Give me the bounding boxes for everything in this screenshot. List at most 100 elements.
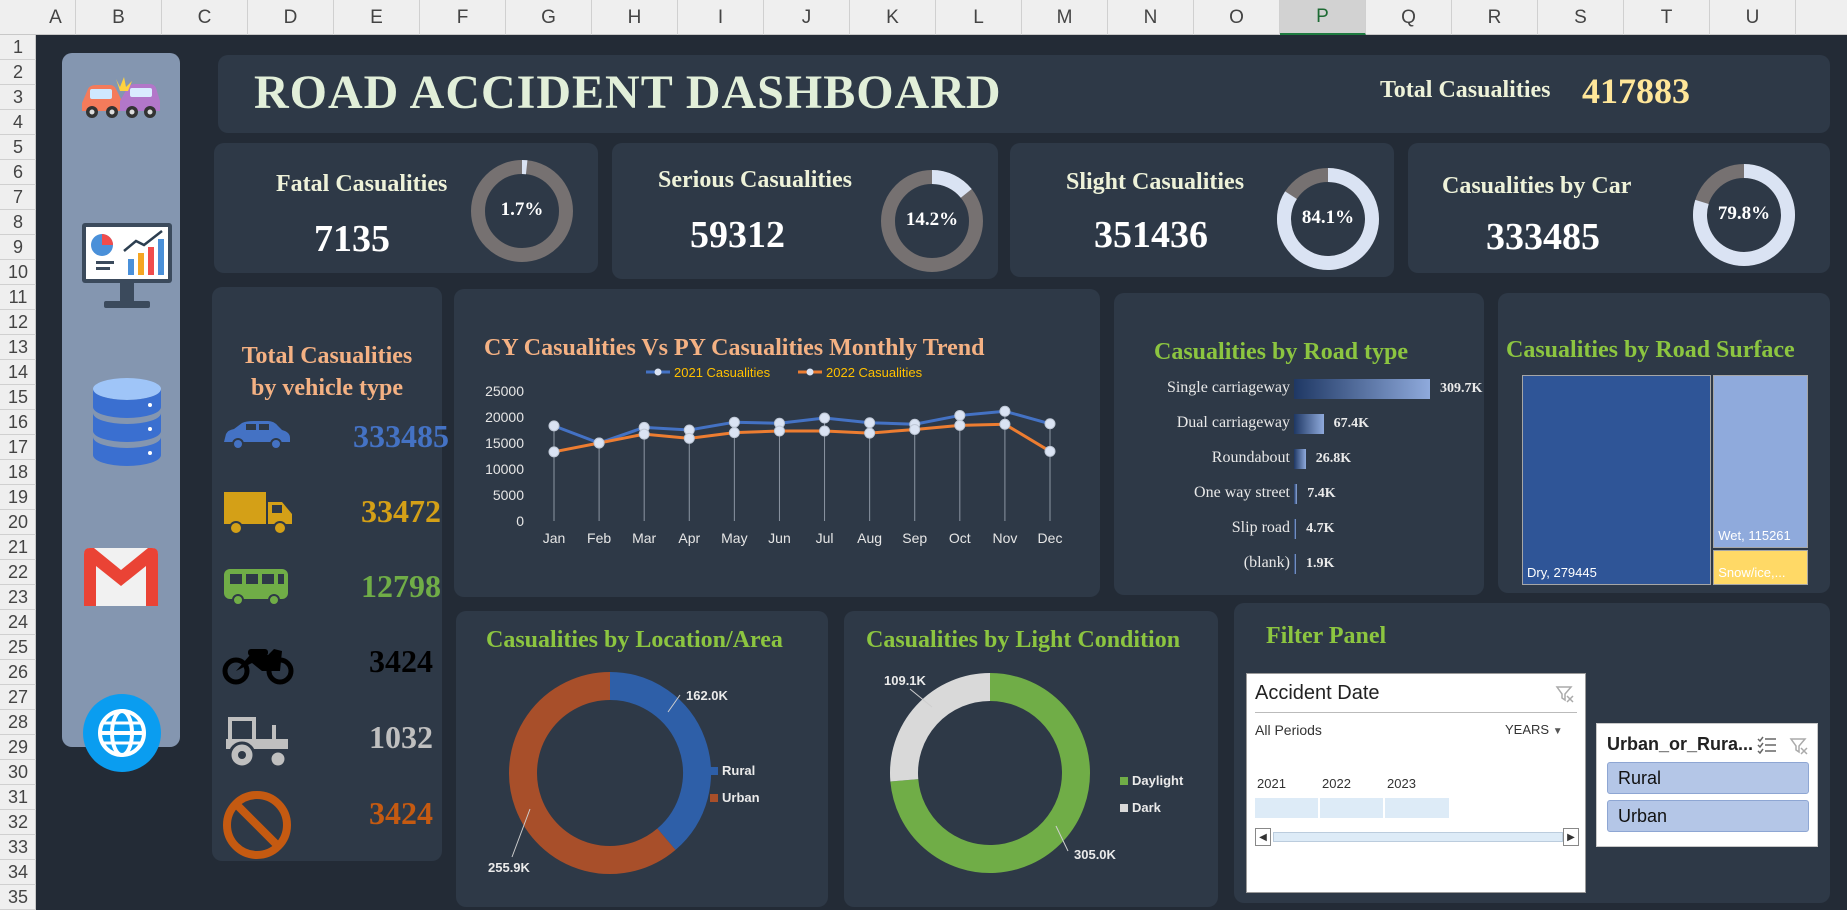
column-header-i[interactable]: I	[678, 0, 764, 35]
row-header-28[interactable]: 28	[0, 710, 36, 735]
column-header-p[interactable]: P	[1280, 0, 1366, 35]
column-header-k[interactable]: K	[850, 0, 936, 35]
urban-rural-slicer[interactable]: Urban_or_Rura... Rural Urban	[1596, 723, 1818, 847]
slicer-divider	[1255, 712, 1577, 713]
row-header-15[interactable]: 15	[0, 385, 36, 410]
column-header-o[interactable]: O	[1194, 0, 1280, 35]
roadtype-value: 4.7K	[1306, 521, 1335, 536]
row-header-27[interactable]: 27	[0, 685, 36, 710]
column-header-e[interactable]: E	[334, 0, 420, 35]
database-icon[interactable]	[92, 377, 162, 467]
timeline-scroll-left[interactable]: ◀	[1255, 828, 1271, 846]
truck-icon	[224, 492, 292, 535]
column-header-s[interactable]: S	[1538, 0, 1624, 35]
row-header-11[interactable]: 11	[0, 285, 36, 310]
analytics-monitor-icon[interactable]	[80, 221, 174, 313]
row-header-26[interactable]: 26	[0, 660, 36, 685]
legend-label: Daylight	[1132, 773, 1184, 788]
row-header-20[interactable]: 20	[0, 510, 36, 535]
row-header-35[interactable]: 35	[0, 885, 36, 910]
slicer-title: Urban_or_Rura...	[1607, 734, 1754, 754]
column-header-r[interactable]: R	[1452, 0, 1538, 35]
timeline-bar-2023[interactable]	[1385, 798, 1449, 818]
globe-icon[interactable]	[82, 693, 162, 773]
row-header-7[interactable]: 7	[0, 185, 36, 210]
slicer-option-urban[interactable]: Urban	[1607, 800, 1809, 832]
column-header-f[interactable]: F	[420, 0, 506, 35]
series-point	[864, 427, 876, 439]
roadtype-value: 67.4K	[1333, 416, 1369, 431]
column-header-g[interactable]: G	[506, 0, 592, 35]
column-header-t[interactable]: T	[1624, 0, 1710, 35]
car-crash-icon[interactable]	[80, 75, 162, 121]
column-header-a[interactable]: A	[36, 0, 76, 35]
row-header-25[interactable]: 25	[0, 635, 36, 660]
row-header-18[interactable]: 18	[0, 460, 36, 485]
row-header-34[interactable]: 34	[0, 860, 36, 885]
column-header-l[interactable]: L	[936, 0, 1022, 35]
tractor-icon	[226, 717, 288, 769]
legend-label: 2022 Casualities	[826, 365, 923, 380]
accident-date-slicer[interactable]: Accident Date All Periods YEARS ▼ 2021 2…	[1246, 673, 1586, 893]
row-header-12[interactable]: 12	[0, 310, 36, 335]
row-header-1[interactable]: 1	[0, 35, 36, 60]
kpi-car: Casualities by Car 333485 79.8%	[1408, 143, 1830, 273]
location-chart-title: Casualities by Location/Area	[486, 627, 783, 653]
row-header-8[interactable]: 8	[0, 210, 36, 235]
legend-marker	[806, 368, 814, 376]
legend-swatch	[710, 794, 718, 802]
slicer-option-rural[interactable]: Rural	[1607, 762, 1809, 794]
column-header-h[interactable]: H	[592, 0, 678, 35]
column-header-m[interactable]: M	[1022, 0, 1108, 35]
column-header-j[interactable]: J	[764, 0, 850, 35]
year-label-2022: 2022	[1322, 776, 1351, 791]
column-header-n[interactable]: N	[1108, 0, 1194, 35]
vehicle-value-tractor: 1032	[369, 719, 433, 755]
legend-label: Urban	[722, 790, 760, 805]
row-header-13[interactable]: 13	[0, 335, 36, 360]
column-header-u[interactable]: U	[1710, 0, 1796, 35]
timeline-bar-2022[interactable]	[1320, 798, 1384, 818]
granularity-dropdown[interactable]: YEARS ▼	[1505, 722, 1563, 737]
clear-filter-icon[interactable]	[1789, 736, 1809, 756]
row-header-22[interactable]: 22	[0, 560, 36, 585]
timeline-bar-2021[interactable]	[1255, 798, 1319, 818]
row-header-14[interactable]: 14	[0, 360, 36, 385]
chevron-down-icon: ▼	[1552, 726, 1563, 737]
row-header-6[interactable]: 6	[0, 160, 36, 185]
timeline-scrollbar[interactable]	[1273, 832, 1563, 842]
worksheet: ROAD ACCIDENT DASHBOARD Total Casualitie…	[36, 35, 1847, 910]
row-header-23[interactable]: 23	[0, 585, 36, 610]
row-header-3[interactable]: 3	[0, 85, 36, 110]
row-header-5[interactable]: 5	[0, 135, 36, 160]
row-header-33[interactable]: 33	[0, 835, 36, 860]
column-header-b[interactable]: B	[76, 0, 162, 35]
year-label-2023: 2023	[1387, 776, 1416, 791]
row-header-30[interactable]: 30	[0, 760, 36, 785]
series-point	[1044, 418, 1056, 430]
surface-tile: Snow/ice,...	[1713, 549, 1808, 585]
row-header-32[interactable]: 32	[0, 810, 36, 835]
row-header-17[interactable]: 17	[0, 435, 36, 460]
gmail-icon[interactable]	[84, 548, 158, 606]
row-header-24[interactable]: 24	[0, 610, 36, 635]
column-header-d[interactable]: D	[248, 0, 334, 35]
row-header-19[interactable]: 19	[0, 485, 36, 510]
multi-select-icon[interactable]	[1757, 736, 1777, 754]
surface-label: Dry, 279445	[1527, 565, 1597, 580]
clear-filter-icon[interactable]	[1555, 684, 1575, 704]
row-header-10[interactable]: 10	[0, 260, 36, 285]
row-header-29[interactable]: 29	[0, 735, 36, 760]
location-chart: 162.0K 255.9K Rural Urban	[488, 672, 760, 875]
timeline-scroll-right[interactable]: ▶	[1563, 828, 1579, 846]
row-header-9[interactable]: 9	[0, 235, 36, 260]
row-header-4[interactable]: 4	[0, 110, 36, 135]
row-header-2[interactable]: 2	[0, 60, 36, 85]
row-header-21[interactable]: 21	[0, 535, 36, 560]
title-panel: ROAD ACCIDENT DASHBOARD Total Casualitie…	[218, 55, 1830, 133]
column-header-c[interactable]: C	[162, 0, 248, 35]
row-header-31[interactable]: 31	[0, 785, 36, 810]
row-header-16[interactable]: 16	[0, 410, 36, 435]
column-header-q[interactable]: Q	[1366, 0, 1452, 35]
x-tick-label: Apr	[678, 530, 700, 546]
